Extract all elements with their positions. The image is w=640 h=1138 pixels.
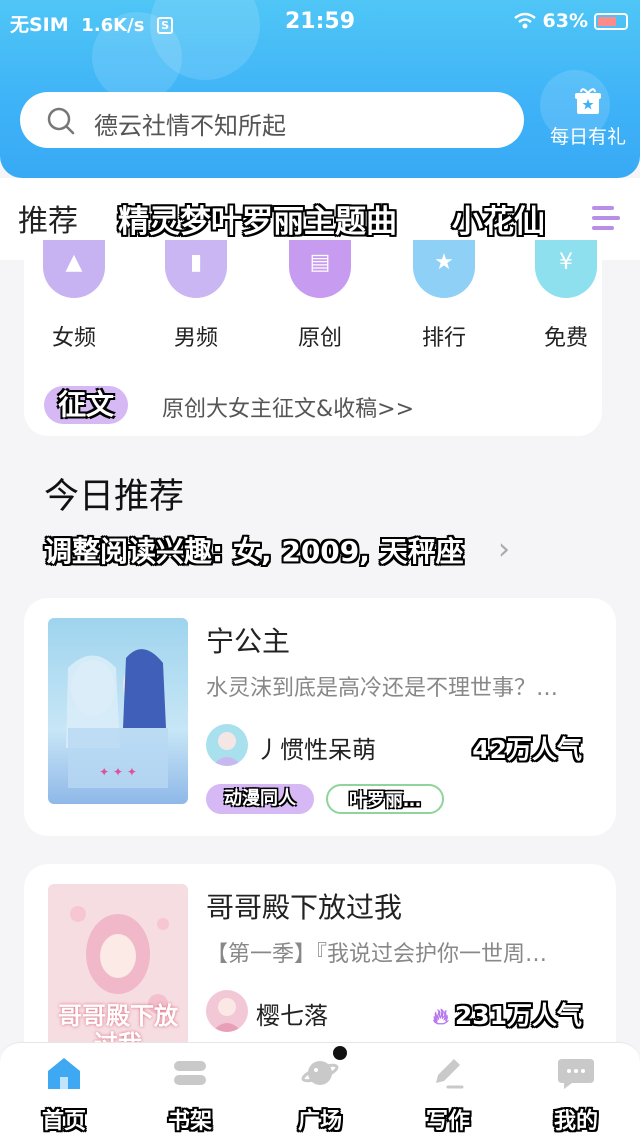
ranking-icon: ★: [413, 240, 475, 298]
popularity-value: 231万人气: [454, 1001, 582, 1030]
category-female[interactable]: ▲ 女频: [24, 240, 124, 352]
status-bar: 无SIM 1.6K/s S 21:59 63%: [0, 0, 640, 44]
tab-yeluoli-theme[interactable]: 精灵梦叶罗丽主题曲: [118, 196, 397, 241]
book-description: 【第一季】『我说过会护你一世周…: [206, 942, 548, 967]
category-label: 免费: [543, 326, 588, 351]
nav-plaza[interactable]: 广场: [270, 1055, 370, 1135]
topic-tag[interactable]: 叶罗丽…: [326, 784, 444, 814]
genre-tag[interactable]: 动漫同人: [206, 784, 314, 814]
popularity-count: 🔥︎ 231万人气: [433, 996, 582, 1032]
category-label: 男频: [173, 326, 218, 351]
category-label: 排行: [421, 326, 466, 351]
search-placeholder[interactable]: 德云社情不知所起: [94, 106, 286, 141]
category-label: 女频: [51, 326, 96, 351]
nav-label: 广场: [297, 1109, 342, 1134]
pencil-icon: [436, 1059, 464, 1089]
book-card[interactable]: ✦ ✦ ✦ 宁公主 水灵沫到底是高冷还是不理世事？… 丿惯性呆萌 42万人气 动…: [24, 598, 616, 836]
category-label: 原创: [297, 326, 342, 351]
tab-menu-button[interactable]: [582, 194, 640, 244]
reading-interest-link[interactable]: 调整阅读兴趣: 女, 2009, 天秤座: [44, 530, 464, 570]
battery-icon: [594, 12, 628, 30]
category-card: ▲ 女频 ▮ 男频 ▤ 原创 ★ 排行 ¥ 免费 征文 原创大女主征文&收稿>>: [24, 240, 602, 436]
free-icon: ¥: [535, 240, 597, 298]
nav-label: 我的: [553, 1109, 598, 1134]
bookshelf-icon: [174, 1061, 206, 1085]
category-ranking[interactable]: ★ 排行: [394, 240, 494, 352]
notification-dot: [333, 1046, 347, 1060]
category-original[interactable]: ▤ 原创: [270, 240, 370, 352]
nav-home[interactable]: 首页: [14, 1055, 114, 1135]
daily-gift-button[interactable]: 每日有礼: [538, 88, 638, 149]
section-title: 今日推荐: [44, 477, 185, 517]
author-name[interactable]: 丿惯性呆萌: [256, 730, 376, 765]
nav-bookshelf[interactable]: 书架: [140, 1055, 240, 1135]
original-icon: ▤: [289, 240, 351, 298]
nav-mine[interactable]: 我的: [526, 1055, 626, 1135]
menu-icon: [592, 206, 620, 230]
svg-text:✦ ✦ ✦: ✦ ✦ ✦: [99, 765, 137, 779]
category-free[interactable]: ¥ 免费: [516, 240, 616, 352]
battery-percent: 63%: [542, 10, 588, 32]
contest-text[interactable]: 原创大女主征文&收稿>>: [162, 391, 414, 423]
bottom-navigation: 首页 书架 广场 写作 我的: [0, 1042, 640, 1138]
tab-recommend[interactable]: 推荐: [18, 196, 78, 240]
search-icon: [47, 107, 75, 135]
nav-label: 首页: [41, 1109, 86, 1134]
category-male[interactable]: ▮ 男频: [146, 240, 246, 352]
daily-gift-label: 每日有礼: [549, 126, 626, 148]
contest-badge: 征文: [44, 386, 128, 424]
status-right: 63%: [513, 10, 628, 32]
author-name[interactable]: 樱七落: [256, 996, 328, 1031]
gift-icon: [575, 88, 601, 114]
wifi-icon: [513, 12, 536, 29]
nav-label: 书架: [167, 1109, 212, 1134]
header: 无SIM 1.6K/s S 21:59 63% 德云社情不知所起 每日有礼: [0, 0, 640, 178]
nav-write[interactable]: 写作: [398, 1055, 498, 1135]
tab-xiaohuaxian[interactable]: 小花仙: [452, 196, 545, 241]
author-avatar[interactable]: [206, 990, 248, 1032]
chevron-right-icon[interactable]: ›: [498, 532, 510, 567]
contest-banner[interactable]: 征文 原创大女主征文&收稿>>: [34, 386, 594, 426]
book-title[interactable]: 哥哥殿下放过我: [206, 886, 402, 926]
popularity-count: 42万人气: [472, 735, 582, 764]
avatar-image: [206, 990, 248, 1032]
chat-bubble-icon: [558, 1059, 594, 1089]
book-description: 水灵沫到底是高冷还是不理世事？…: [206, 676, 559, 701]
book-cover[interactable]: ✦ ✦ ✦: [48, 618, 188, 804]
female-channel-icon: ▲: [43, 240, 105, 298]
male-channel-icon: ▮: [165, 240, 227, 298]
nav-label: 写作: [425, 1109, 470, 1134]
book-cover-image: ✦ ✦ ✦: [48, 618, 188, 804]
planet-icon: [301, 1061, 339, 1085]
author-avatar[interactable]: [206, 724, 248, 766]
home-icon: [48, 1058, 80, 1089]
avatar-image: [206, 724, 248, 766]
flame-icon: 🔥︎: [432, 1005, 449, 1030]
book-title[interactable]: 宁公主: [206, 620, 290, 660]
search-bar[interactable]: 德云社情不知所起: [20, 92, 524, 148]
